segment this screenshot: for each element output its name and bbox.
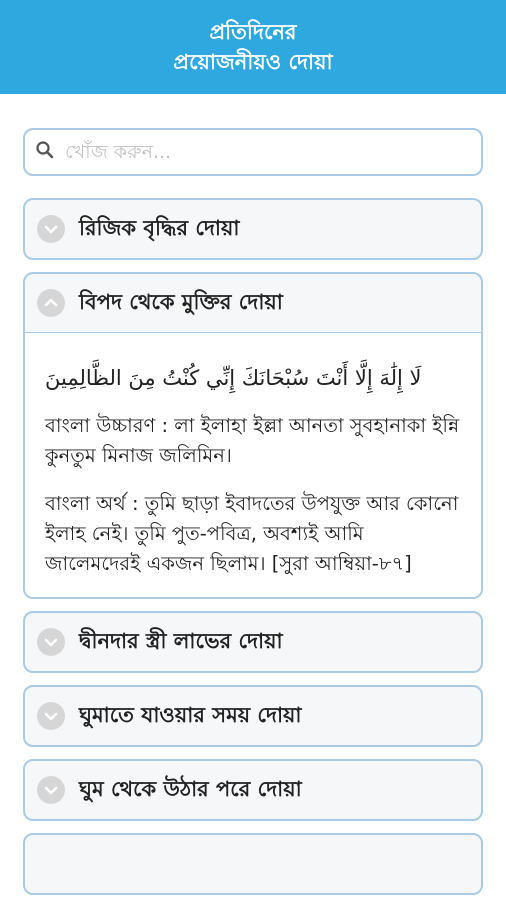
accordion-title: বিপদ থেকে মুক্তির দোয়া <box>79 289 283 314</box>
accordion-header[interactable]: দ্বীনদার স্ত্রী লাভের দোয়া <box>25 613 481 671</box>
search-box[interactable] <box>23 128 483 176</box>
accordion-item[interactable]: রিজিক বৃদ্ধির দোয়া <box>23 198 483 260</box>
accordion-item-expanded[interactable]: বিপদ থেকে মুক্তির দোয়া لَا إِلَٰهَ إِلَ… <box>23 272 483 599</box>
header-title-line1: প্রতিদিনের <box>209 20 297 44</box>
accordion-item-partial[interactable] <box>23 833 483 895</box>
accordion-title: ঘুম থেকে উঠার পরে দোয়া <box>79 776 302 801</box>
search-icon <box>35 140 63 164</box>
accordion-body: لَا إِلَٰهَ إِلَّا أَنْتَ سُبْحَانَكَ إِ… <box>25 332 481 597</box>
accordion-item[interactable]: দ্বীনদার স্ত্রী লাভের দোয়া <box>23 611 483 673</box>
header-title-line2: প্রয়োজনীয়ও দোয়া <box>173 50 333 74</box>
chevron-up-icon <box>37 289 65 317</box>
chevron-down-icon <box>37 628 65 656</box>
accordion-title: দ্বীনদার স্ত্রী লাভের দোয়া <box>79 628 283 653</box>
accordion-item[interactable]: ঘুম থেকে উঠার পরে দোয়া <box>23 759 483 821</box>
accordion-header[interactable] <box>25 835 481 893</box>
accordion-header[interactable]: ঘুম থেকে উঠার পরে দোয়া <box>25 761 481 819</box>
accordion-title: ঘুমাতে যাওয়ার সময় দোয়া <box>79 702 302 727</box>
arabic-text: لَا إِلَٰهَ إِلَّا أَنْتَ سُبْحَانَكَ إِ… <box>45 366 422 390</box>
accordion-title: রিজিক বৃদ্ধির দোয়া <box>79 215 240 240</box>
search-input[interactable] <box>63 140 481 164</box>
app-header: প্রতিদিনের প্রয়োজনীয়ও দোয়া <box>0 0 506 94</box>
chevron-down-icon <box>37 702 65 730</box>
main-content: রিজিক বৃদ্ধির দোয়া বিপদ থেকে মুক্তির দো… <box>0 128 506 895</box>
accordion-header[interactable]: রিজিক বৃদ্ধির দোয়া <box>25 200 481 258</box>
meaning-text: বাংলা অর্থ : তুমি ছাড়া ইবাদতের উপযুক্ত … <box>45 492 459 575</box>
accordion-item[interactable]: ঘুমাতে যাওয়ার সময় দোয়া <box>23 685 483 747</box>
pronunciation-text: বাংলা উচ্চারণ : লা ইলাহা ইল্লা আনতা সুবহ… <box>45 414 460 467</box>
chevron-down-icon <box>37 776 65 804</box>
accordion-header[interactable]: ঘুমাতে যাওয়ার সময় দোয়া <box>25 687 481 745</box>
accordion-header[interactable]: বিপদ থেকে মুক্তির দোয়া <box>25 274 481 332</box>
chevron-down-icon <box>37 215 65 243</box>
